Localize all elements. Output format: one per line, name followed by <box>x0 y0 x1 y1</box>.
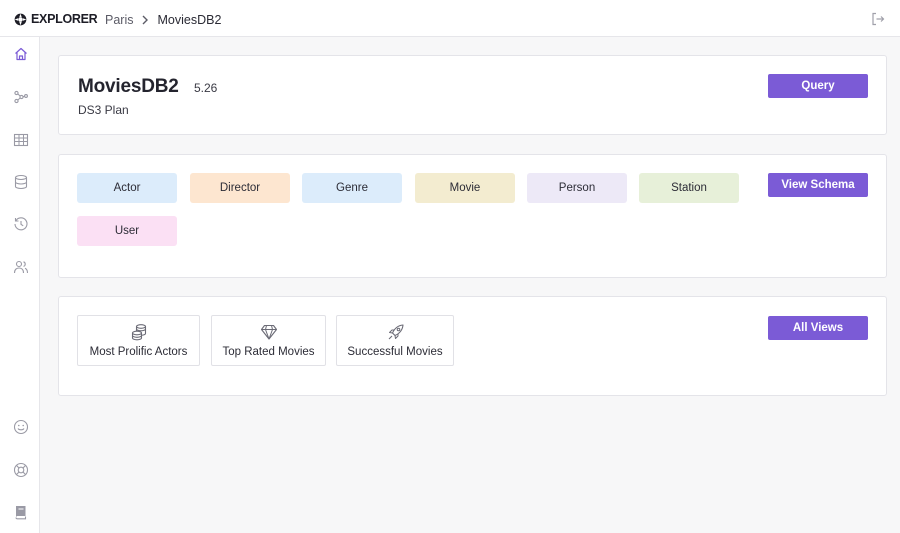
top-bar: EXPLORER Paris MoviesDB2 <box>0 0 900 37</box>
label-chip-person[interactable]: Person <box>527 173 627 203</box>
breadcrumb: Paris MoviesDB2 <box>105 12 221 28</box>
view-tile-label: Top Rated Movies <box>222 346 315 358</box>
label-chip-director[interactable]: Director <box>190 173 290 203</box>
logo-text: EXPLORER <box>31 12 98 26</box>
view-tile-successful-movies[interactable]: Successful Movies <box>336 315 454 366</box>
graph-icon[interactable] <box>13 89 29 105</box>
app-logo[interactable]: EXPLORER <box>14 12 98 26</box>
schema-card: Actor Director Genre Movie Person Statio… <box>58 154 887 278</box>
view-tile-top-rated-movies[interactable]: Top Rated Movies <box>211 315 326 366</box>
label-chip-movie[interactable]: Movie <box>415 173 515 203</box>
breadcrumb-database[interactable]: MoviesDB2 <box>157 13 221 27</box>
breadcrumb-instance[interactable]: Paris <box>105 13 133 27</box>
users-icon[interactable] <box>13 259 29 275</box>
sidebar <box>0 37 40 533</box>
views-card: Most Prolific Actors Top Rated Movies Su… <box>58 296 887 396</box>
diamond-icon <box>260 323 278 341</box>
view-tile-label: Successful Movies <box>347 346 443 358</box>
database-plan: DS3 Plan <box>78 103 129 117</box>
database-name: MoviesDB2 <box>78 76 179 97</box>
logout-icon[interactable] <box>871 12 885 26</box>
label-chip-station[interactable]: Station <box>639 173 739 203</box>
coins-icon <box>130 323 148 341</box>
logo-icon <box>14 13 27 25</box>
database-icon[interactable] <box>13 174 29 190</box>
all-views-button[interactable]: All Views <box>768 316 868 340</box>
chevron-right-icon <box>142 15 149 25</box>
home-icon[interactable] <box>13 46 29 62</box>
history-icon[interactable] <box>13 216 29 232</box>
view-tile-label: Most Prolific Actors <box>89 346 188 358</box>
label-chip-user[interactable]: User <box>77 216 177 246</box>
lifebuoy-icon[interactable] <box>13 462 29 478</box>
query-button[interactable]: Query <box>768 74 868 98</box>
rocket-icon <box>387 323 405 341</box>
label-chip-actor[interactable]: Actor <box>77 173 177 203</box>
label-chip-genre[interactable]: Genre <box>302 173 402 203</box>
view-tile-most-prolific-actors[interactable]: Most Prolific Actors <box>77 315 200 366</box>
view-schema-button[interactable]: View Schema <box>768 173 868 197</box>
book-icon[interactable] <box>13 504 29 520</box>
database-version: 5.26 <box>194 81 218 95</box>
table-icon[interactable] <box>13 132 29 148</box>
database-card: MoviesDB2 5.26 DS3 Plan Query <box>58 55 887 135</box>
smiley-icon[interactable] <box>13 419 29 435</box>
